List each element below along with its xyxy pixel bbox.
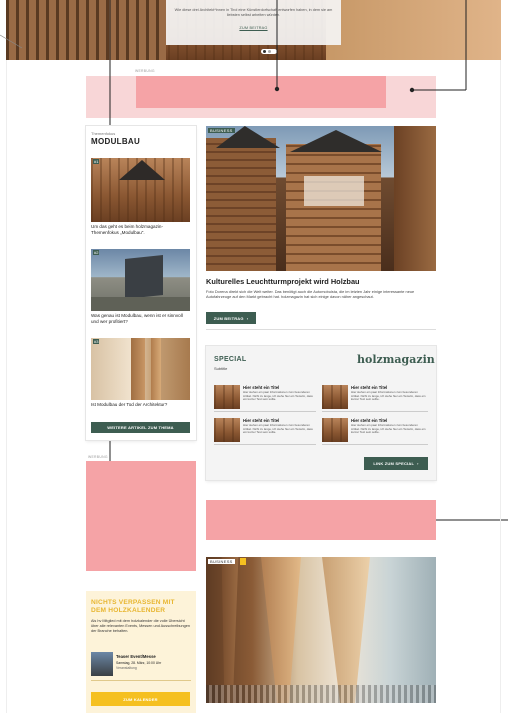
calendar-event-place: Veranstaltung [116, 666, 137, 670]
special-link-label: LINK ZUM SPECIAL [373, 461, 415, 466]
ad-top-label: WERBUNG [135, 69, 155, 73]
focus-item-2-num: #2 [93, 250, 100, 255]
special-item-1-image [214, 385, 240, 409]
special-item-2-text: Hier stehen ein paar Informationen zum b… [351, 390, 426, 402]
feature-divider [206, 329, 436, 330]
calendar-event-image [91, 652, 113, 676]
focus-item-3-image[interactable] [91, 338, 190, 400]
special-item-2-image [322, 385, 348, 409]
chevron-right-icon: › [246, 315, 249, 321]
focus-item-3-text[interactable]: Ist Modulbau der Tod der Architektur? [91, 402, 190, 408]
special-item-3-image [214, 418, 240, 442]
page-edge-left [6, 60, 7, 713]
special-item-4[interactable]: Hier steht ein Titel Hier stehen ein paa… [322, 418, 428, 445]
special-subtitle: Subtitle [214, 366, 228, 371]
calendar-event[interactable]: Teaser Event/Messe Samstag, 28. März, 10… [91, 652, 191, 682]
special-item-1[interactable]: Hier steht ein Titel Hier stehen ein paa… [214, 385, 316, 412]
calendar-text: Als hv Mitglied mit dem holzkalender die… [91, 619, 190, 633]
calendar-event-date: Samstag, 28. März, 10:00 Uhr [116, 661, 162, 665]
ad-side-banner[interactable] [86, 461, 196, 571]
focus-more-button[interactable]: WEITERE ARTIKEL ZUM THEMA [91, 422, 190, 433]
special-item-4-image [322, 418, 348, 442]
hero-text: Wie diese drei Architekt*innen in Tirol … [174, 8, 333, 17]
feature-button[interactable]: ZUM BEITRAG › [206, 312, 256, 324]
focus-kicker: Themenfokus [91, 131, 116, 136]
feature-tag: BUSINESS [208, 128, 235, 133]
bottom-article-tag-marker [240, 558, 246, 565]
special-item-3-text: Hier stehen ein paar Informationen zum b… [243, 423, 313, 435]
ad-mid-banner[interactable] [206, 500, 436, 540]
hero-caption-box: Wie diese drei Architekt*innen in Tirol … [166, 0, 341, 45]
focus-item-1-image[interactable] [91, 158, 190, 222]
holzmagazin-logo[interactable]: holzmagazin [357, 353, 435, 366]
focus-item-1-num: #1 [93, 159, 100, 164]
special-item-2[interactable]: Hier steht ein Titel Hier stehen ein paa… [322, 385, 428, 412]
feature-image[interactable] [206, 126, 436, 271]
bottom-article-tag: BUSINESS [208, 559, 235, 564]
focus-item-2-text[interactable]: Was genau ist Modulbau, wenn ist er sinn… [91, 313, 190, 325]
chevron-right-icon: › [417, 461, 419, 466]
feature-title[interactable]: Kulturelles Leuchtturmprojekt wird Holzb… [206, 277, 436, 286]
special-item-3[interactable]: Hier steht ein Titel Hier stehen ein paa… [214, 418, 316, 445]
ad-side-label: WERBUNG [88, 455, 108, 459]
ad-top-banner[interactable] [136, 76, 386, 108]
special-link-button[interactable]: LINK ZUM SPECIAL › [364, 457, 428, 470]
special-item-4-text: Hier stehen ein paar Informationen zum b… [351, 423, 426, 435]
bottom-article-image[interactable] [206, 557, 436, 703]
focus-item-2-image[interactable] [91, 249, 190, 311]
feature-body: Foto Dorena direkt sich die Welt weiter.… [206, 289, 415, 299]
hero-slider-dots[interactable] [261, 49, 277, 54]
feature-button-label: ZUM BEITRAG [213, 315, 244, 321]
focus-item-3-num: #3 [93, 339, 100, 344]
hero-button[interactable]: ZUM BEITRAG [174, 26, 333, 30]
page-edge-right [500, 60, 501, 713]
focus-item-1-text[interactable]: Um das geht es beim holzmagazin-Themenfo… [91, 224, 190, 236]
special-title: SPECIAL [214, 356, 247, 363]
calendar-event-title: Teaser Event/Messe [116, 654, 156, 659]
hero-image: Wie diese drei Architekt*innen in Tirol … [6, 0, 501, 60]
special-item-1-text: Hier stehen ein paar Informationen zum b… [243, 390, 313, 402]
calendar-title: NICHTS VERPASSEN MIT DEM HOLZKALENDER [91, 599, 175, 614]
calendar-button[interactable]: ZUM KALENDER [91, 692, 190, 706]
focus-title: MODULBAU [91, 137, 141, 146]
